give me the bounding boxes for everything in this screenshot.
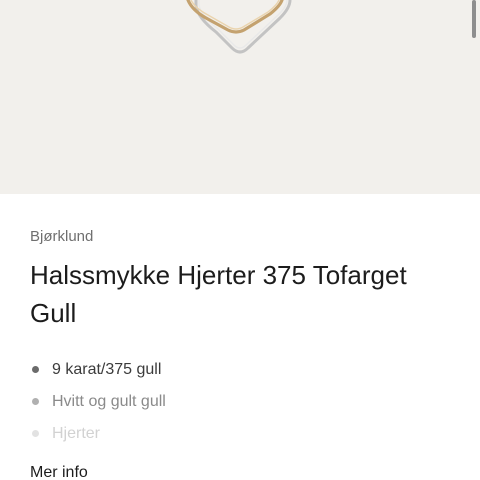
bullet-icon — [32, 366, 39, 373]
bullet-icon — [32, 430, 39, 437]
scrollbar[interactable] — [472, 0, 476, 38]
product-page: Bjørklund Halssmykke Hjerter 375 Tofarge… — [0, 0, 480, 480]
feature-label: Hvitt og gult gull — [52, 393, 166, 410]
product-image[interactable] — [0, 0, 480, 194]
feature-label: Hjerter — [52, 425, 101, 442]
brand-name[interactable]: Bjørklund — [30, 228, 93, 245]
feature-item: Hvitt og gult gull — [30, 386, 166, 418]
feature-item: Hjerter — [30, 418, 166, 450]
product-title: Halssmykke Hjerter 375 Tofarget Gull — [30, 260, 407, 328]
bullet-icon — [32, 398, 39, 405]
feature-list: 9 karat/375 gull Hvitt og gult gull Hjer… — [30, 354, 166, 450]
heart-pendant-icon — [186, 0, 292, 54]
feature-label: 9 karat/375 gull — [52, 361, 162, 378]
more-info-link[interactable]: Mer info — [30, 464, 88, 480]
feature-item: 9 karat/375 gull — [30, 354, 166, 386]
